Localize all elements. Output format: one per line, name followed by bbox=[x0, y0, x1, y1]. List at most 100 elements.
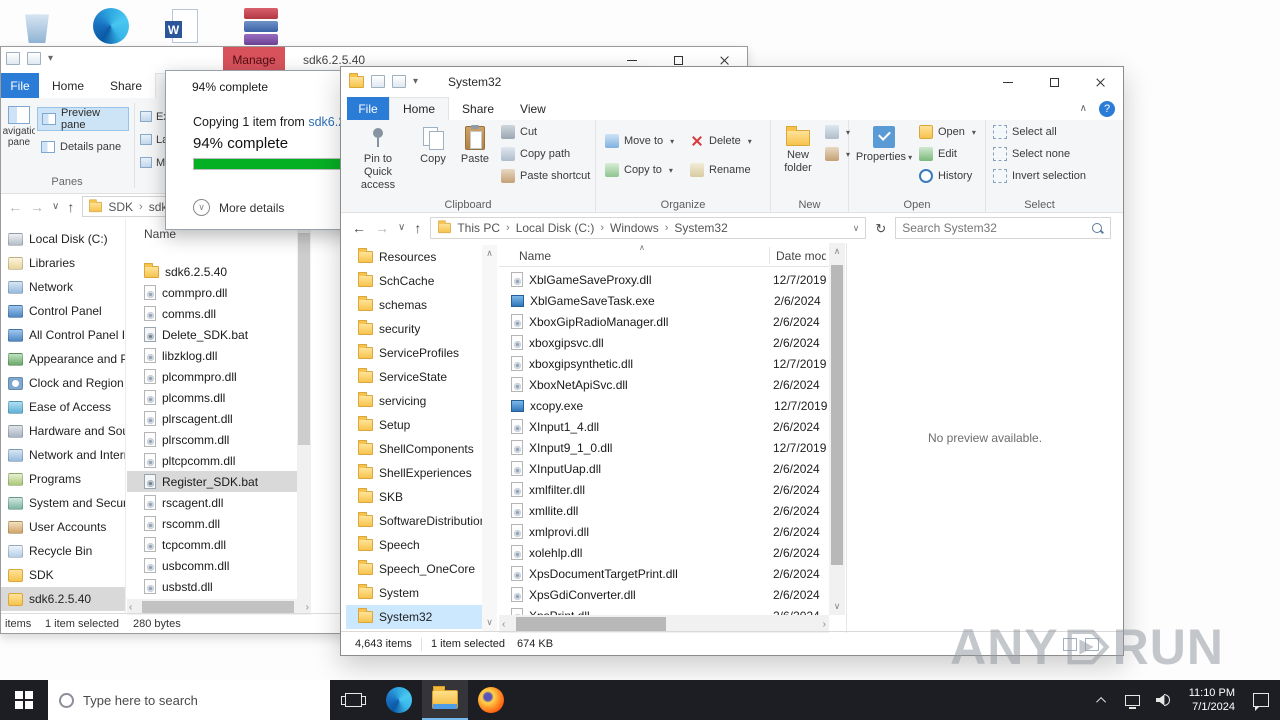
file-tab[interactable]: File bbox=[347, 97, 389, 120]
scrollbar-thumb[interactable] bbox=[142, 601, 294, 613]
action-center-button[interactable] bbox=[1248, 680, 1274, 720]
back-icon[interactable]: ← bbox=[352, 221, 366, 235]
file-row[interactable]: tcpcomm.dll bbox=[127, 534, 297, 555]
file-row[interactable]: XpsGdiConverter.dll 2/6/2024 bbox=[499, 584, 829, 605]
copy-button[interactable]: Copy bbox=[412, 122, 454, 196]
sidebar-item[interactable]: SDK bbox=[1, 563, 125, 587]
layout-option[interactable]: Medium icons bbox=[140, 151, 166, 174]
file-row[interactable]: XboxGipRadioManager.dll 2/6/2024 bbox=[499, 311, 829, 332]
collapse-ribbon-icon[interactable]: ∧ bbox=[1080, 103, 1087, 114]
file-row[interactable]: XpsPrint.dll 2/6/2024 bbox=[499, 605, 829, 615]
scrollbar-thumb[interactable] bbox=[516, 617, 666, 631]
qat-dropdown-icon[interactable]: ▾ bbox=[413, 76, 418, 87]
tray-expand-button[interactable] bbox=[1090, 680, 1116, 720]
cut-button[interactable]: Cut bbox=[501, 122, 537, 142]
file-row[interactable]: XblGameSaveTask.exe 2/6/2024 bbox=[499, 290, 829, 311]
breadcrumb-segment[interactable]: Local Disk (C:) › bbox=[516, 221, 604, 235]
edit-button[interactable]: Edit bbox=[919, 144, 957, 164]
file-row[interactable]: sdk6.2.5.40 bbox=[127, 261, 297, 282]
new-folder-button[interactable]: New folder bbox=[775, 122, 821, 196]
layout-option[interactable]: Large icons bbox=[140, 128, 166, 151]
scroll-up-icon[interactable]: ∧ bbox=[829, 246, 845, 257]
up-icon[interactable]: ↑ bbox=[414, 221, 421, 235]
name-column-header[interactable]: Name bbox=[519, 249, 551, 263]
breadcrumb-segment[interactable]: This PC › bbox=[457, 221, 509, 235]
maximize-button[interactable] bbox=[1031, 67, 1077, 97]
file-row[interactable]: xboxgipsynthetic.dll 12/7/2019 bbox=[499, 353, 829, 374]
scroll-up-icon[interactable]: ∧ bbox=[482, 248, 497, 259]
qat-button-icon[interactable] bbox=[27, 52, 41, 65]
taskbar-firefox-button[interactable] bbox=[468, 680, 514, 720]
pin-to-quick-access-button[interactable]: Pin to Quick access bbox=[351, 122, 405, 196]
sidebar-item[interactable]: All Control Panel Items bbox=[1, 323, 125, 347]
date-modified-column-header[interactable]: Date mod... bbox=[776, 249, 826, 263]
scroll-down-icon[interactable]: ∨ bbox=[482, 617, 497, 628]
file-row[interactable]: libzklog.dll bbox=[127, 345, 297, 366]
network-tray-icon[interactable] bbox=[1120, 680, 1146, 720]
tree-folder-item[interactable]: System32 bbox=[346, 605, 482, 629]
start-button[interactable] bbox=[0, 680, 48, 720]
sidebar-item[interactable]: User Accounts bbox=[1, 515, 125, 539]
sidebar-item[interactable]: Local Disk (C:) bbox=[1, 227, 125, 251]
file-row[interactable]: xmlprovi.dll 2/6/2024 bbox=[499, 521, 829, 542]
file-row[interactable]: usbcomm.dll bbox=[127, 555, 297, 576]
select-all-button[interactable]: Select all bbox=[993, 122, 1057, 142]
taskbar-search-input[interactable] bbox=[83, 692, 330, 708]
sidebar-item[interactable]: Clock and Region bbox=[1, 371, 125, 395]
bg-file-tab[interactable]: File bbox=[1, 73, 39, 98]
tree-folder-item[interactable]: System bbox=[346, 581, 482, 605]
sidebar-item[interactable]: Control Panel bbox=[1, 299, 125, 323]
tree-folder-item[interactable]: Speech_OneCore bbox=[346, 557, 482, 581]
file-row[interactable]: plrscagent.dll bbox=[127, 408, 297, 429]
thumbnail-view-toggle-icon[interactable] bbox=[1085, 638, 1099, 651]
close-button[interactable] bbox=[1077, 67, 1123, 97]
copy-to-button[interactable]: Copy to ▾ bbox=[605, 160, 673, 180]
history-dropdown-icon[interactable]: ∨ bbox=[398, 223, 405, 233]
ribbon-tab[interactable]: Home bbox=[389, 97, 450, 120]
sidebar-item[interactable]: Ease of Access bbox=[1, 395, 125, 419]
scroll-right-icon[interactable]: › bbox=[306, 602, 309, 613]
breadcrumb-segment[interactable]: Windows › bbox=[610, 221, 668, 235]
qat-properties-icon[interactable] bbox=[371, 75, 385, 88]
edge-desktop-icon[interactable] bbox=[90, 4, 132, 48]
tree-folder-item[interactable]: Resources bbox=[346, 245, 482, 269]
breadcrumb-segment[interactable]: System32› bbox=[674, 221, 727, 235]
word-document-desktop-icon[interactable]: W bbox=[164, 4, 206, 48]
bg-ribbon-tab[interactable]: Share bbox=[97, 73, 155, 98]
refresh-icon[interactable]: ↻ bbox=[875, 222, 886, 235]
bg-forward-icon[interactable]: → bbox=[30, 200, 44, 214]
new-item-button[interactable]: ▾ bbox=[825, 122, 850, 142]
bg-ribbon-tab[interactable]: Home bbox=[39, 73, 97, 98]
task-view-button[interactable] bbox=[330, 680, 376, 720]
file-row[interactable]: XboxNetApiSvc.dll 2/6/2024 bbox=[499, 374, 829, 395]
bg-history-dropdown-icon[interactable]: ∨ bbox=[52, 201, 59, 212]
properties-button[interactable]: Properties ▾ bbox=[856, 122, 912, 196]
file-row[interactable]: commpro.dll bbox=[127, 282, 297, 303]
file-row[interactable]: XInput1_4.dll 2/6/2024 bbox=[499, 416, 829, 437]
forward-icon[interactable]: → bbox=[375, 221, 389, 235]
qat-new-folder-icon[interactable] bbox=[392, 75, 406, 88]
sidebar-item[interactable]: Hardware and Sound bbox=[1, 419, 125, 443]
tree-folder-item[interactable]: ServiceState bbox=[346, 365, 482, 389]
bg-up-icon[interactable]: ↑ bbox=[67, 200, 74, 214]
ribbon-tab[interactable]: Share bbox=[449, 97, 507, 120]
file-row[interactable]: plcommpro.dll bbox=[127, 366, 297, 387]
file-row[interactable]: comms.dll bbox=[127, 303, 297, 324]
recycle-bin-desktop-icon[interactable] bbox=[16, 4, 58, 48]
sidebar-item[interactable]: Libraries bbox=[1, 251, 125, 275]
tree-folder-item[interactable]: SoftwareDistribution bbox=[346, 509, 482, 533]
file-row[interactable]: pltcpcomm.dll bbox=[127, 450, 297, 471]
tree-folder-item[interactable]: servicing bbox=[346, 389, 482, 413]
file-row[interactable]: xcopy.exe 12/7/2019 bbox=[499, 395, 829, 416]
preview-pane-button[interactable]: Preview pane bbox=[37, 107, 129, 131]
volume-tray-icon[interactable] bbox=[1150, 680, 1176, 720]
paste-button[interactable]: Paste bbox=[454, 122, 496, 196]
qat-dropdown-icon[interactable]: ▾ bbox=[48, 53, 53, 64]
layout-option[interactable]: Extra large icons bbox=[140, 105, 166, 128]
rename-button[interactable]: Rename bbox=[690, 160, 751, 180]
navigation-pane-button[interactable]: Navigation pane bbox=[3, 103, 35, 177]
sidebar-item[interactable]: Recycle Bin bbox=[1, 539, 125, 563]
bg-vertical-scrollbar[interactable] bbox=[297, 219, 311, 599]
file-row[interactable]: rscagent.dll bbox=[127, 492, 297, 513]
invert-selection-button[interactable]: Invert selection bbox=[993, 166, 1086, 186]
